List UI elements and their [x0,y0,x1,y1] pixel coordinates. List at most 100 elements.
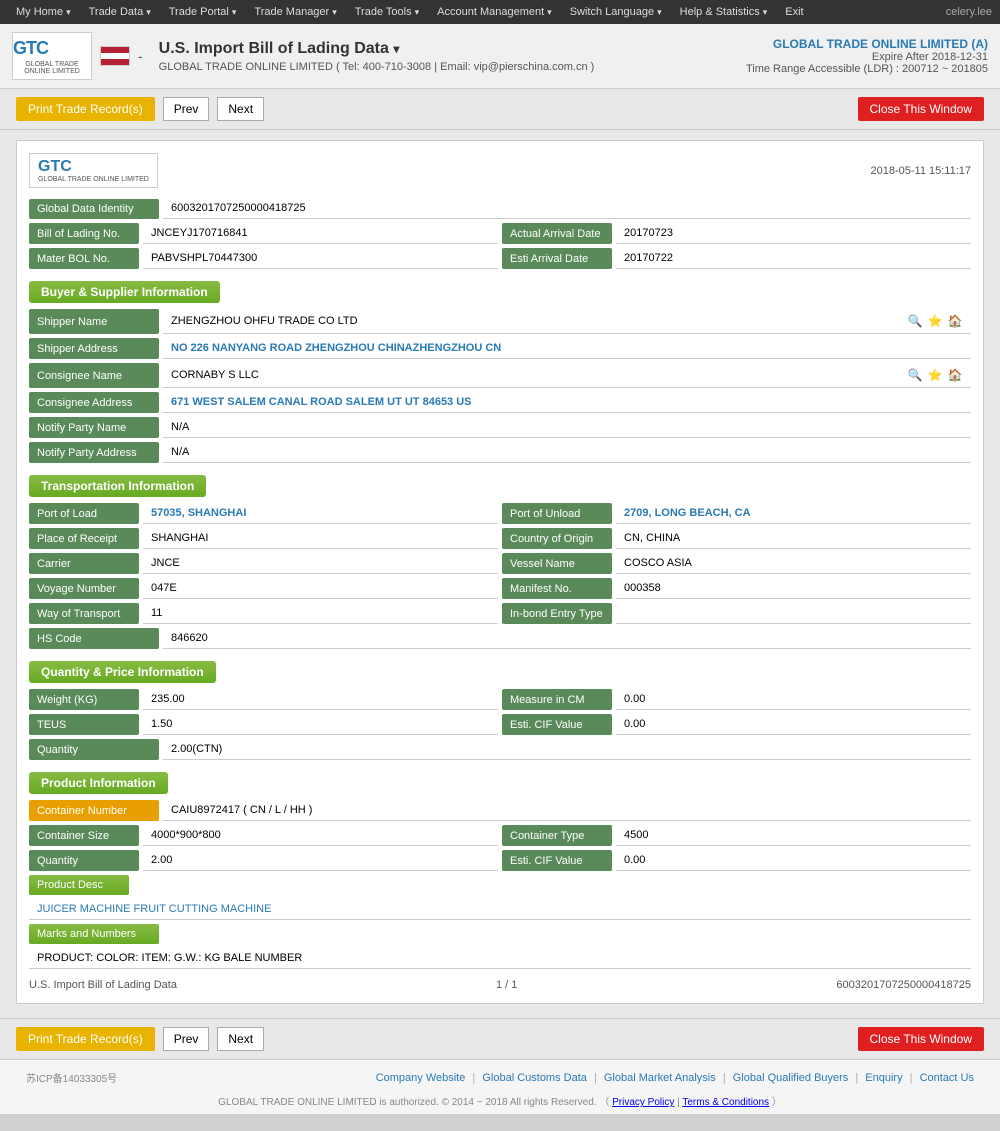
voyage-number-value: 047E [143,578,498,599]
nav-trade-data-label: Trade Data [89,6,144,18]
notify-party-name-value: N/A [163,417,971,438]
way-transport-left: Way of Transport 11 [29,603,498,624]
port-load-left: Port of Load 57035, SHANGHAI [29,503,498,524]
header-ldr: Time Range Accessible (LDR) : 200712 ~ 2… [746,63,988,75]
header-subtitle: GLOBAL TRADE ONLINE LIMITED ( Tel: 400-7… [159,61,734,73]
footer-global-qualified[interactable]: Global Qualified Buyers [733,1072,849,1084]
port-unload-value: 2709, LONG BEACH, CA [616,503,971,524]
nav-account-management[interactable]: Account Management ▾ [429,3,560,21]
container-number-label: Container Number [29,800,159,821]
consignee-address-value: 671 WEST SALEM CANAL ROAD SALEM UT UT 84… [163,392,971,413]
help-stats-arrow-icon: ▾ [763,7,768,18]
manifest-no-label: Manifest No. [502,578,612,599]
footer-global-market[interactable]: Global Market Analysis [604,1072,716,1084]
top-action-bar: Print Trade Record(s) Prev Next Close Th… [0,89,1000,130]
footer-sep-5: | [910,1072,916,1084]
voyage-number-label: Voyage Number [29,578,139,599]
container-size-value: 4000*900*800 [143,825,498,846]
way-transport-label: Way of Transport [29,603,139,624]
consignee-name-row: Consignee Name CORNABY S LLC 🔍 ⭐ 🏠 [29,363,971,388]
place-receipt-value: SHANGHAI [143,528,498,549]
footer-copyright: GLOBAL TRADE ONLINE LIMITED is authorize… [6,1093,994,1108]
record-card: GTC GLOBAL TRADE ONLINE LIMITED 2018-05-… [16,140,984,1004]
product-desc-label: Product Desc [29,875,129,895]
footer-privacy-policy[interactable]: Privacy Policy [612,1097,674,1108]
footer-company-website[interactable]: Company Website [376,1072,466,1084]
shipper-name-label: Shipper Name [29,309,159,334]
container-size-label: Container Size [29,825,139,846]
consignee-icon-group: 🔍 ⭐ 🏠 [907,367,963,383]
bottom-action-bar: Print Trade Record(s) Prev Next Close Th… [0,1018,1000,1059]
nav-exit[interactable]: Exit [777,3,811,21]
header-title-area: U.S. Import Bill of Lading Data ▾ GLOBAL… [159,40,734,73]
place-receipt-left: Place of Receipt SHANGHAI [29,528,498,549]
title-dropdown-icon[interactable]: ▾ [393,42,399,56]
prev-button-top[interactable]: Prev [163,97,210,121]
footer-enquiry[interactable]: Enquiry [865,1072,902,1084]
bol-right: Actual Arrival Date 20170723 [502,223,971,244]
header-info: GLOBAL TRADE ONLINE LIMITED (A) Expire A… [746,37,988,75]
footer-contact-us[interactable]: Contact Us [920,1072,974,1084]
carrier-label: Carrier [29,553,139,574]
actual-arrival-label: Actual Arrival Date [502,223,612,244]
teus-label: TEUS [29,714,139,735]
print-button-bottom[interactable]: Print Trade Record(s) [16,1027,155,1051]
shipper-address-row: Shipper Address NO 226 NANYANG ROAD ZHEN… [29,338,971,359]
container-size-left: Container Size 4000*900*800 [29,825,498,846]
notify-party-address-value: N/A [163,442,971,463]
bol-value: JNCEYJ170716841 [143,223,498,244]
nav-trade-data[interactable]: Trade Data ▾ [81,3,159,21]
nav-my-home[interactable]: My Home ▾ [8,3,79,21]
product-desc-row: Product Desc [29,875,971,895]
card-footer: U.S. Import Bill of Lading Data 1 / 1 60… [29,979,971,991]
card-logo: GTC GLOBAL TRADE ONLINE LIMITED [29,153,158,188]
footer-terms-conditions[interactable]: Terms & Conditions [682,1097,769,1108]
inbond-entry-value [616,603,971,624]
port-load-label: Port of Load [29,503,139,524]
carrier-value: JNCE [143,553,498,574]
prev-button-bottom[interactable]: Prev [163,1027,210,1051]
footer-links: Company Website | Global Customs Data | … [376,1072,974,1084]
close-button-bottom[interactable]: Close This Window [858,1027,984,1051]
product-esti-cif-right: Esti. CIF Value 0.00 [502,850,971,871]
consignee-home-icon[interactable]: 🏠 [947,367,963,383]
shipper-name-value: ZHENGZHOU OHFU TRADE CO LTD [171,315,358,327]
bol-row: Bill of Lading No. JNCEYJ170716841 Actua… [29,223,971,244]
marks-value: PRODUCT: COLOR: ITEM: G.W.: KG BALE NUMB… [37,952,302,964]
way-transport-value: 11 [143,603,498,624]
print-button-top[interactable]: Print Trade Record(s) [16,97,155,121]
close-button-top[interactable]: Close This Window [858,97,984,121]
quantity-row: Quantity 2.00(CTN) [29,739,971,760]
vessel-name-value: COSCO ASIA [616,553,971,574]
nav-trade-portal[interactable]: Trade Portal ▾ [161,3,245,21]
shipper-search-icon[interactable]: 🔍 [907,313,923,329]
card-logo-text: GTC [38,158,149,176]
shipper-name-row: Shipper Name ZHENGZHOU OHFU TRADE CO LTD… [29,309,971,334]
nav-trade-tools[interactable]: Trade Tools ▾ [347,3,427,21]
next-button-bottom[interactable]: Next [217,1027,264,1051]
marks-value-row: PRODUCT: COLOR: ITEM: G.W.: KG BALE NUMB… [29,948,971,969]
card-footer-page: 1 / 1 [496,979,517,991]
footer-global-customs[interactable]: Global Customs Data [482,1072,587,1084]
actual-arrival-value: 20170723 [616,223,971,244]
nav-username: celery.lee [946,6,992,18]
shipper-star-icon[interactable]: ⭐ [927,313,943,329]
logo-area: GTC GLOBAL TRADE ONLINE LIMITED - [12,32,147,80]
voyage-left: Voyage Number 047E [29,578,498,599]
nav-trade-tools-label: Trade Tools [355,6,412,18]
company-logo: GTC GLOBAL TRADE ONLINE LIMITED [12,32,92,80]
transport-row: Way of Transport 11 In-bond Entry Type [29,603,971,624]
mater-bol-row: Mater BOL No. PABVSHPL70447300 Esti Arri… [29,248,971,269]
shipper-home-icon[interactable]: 🏠 [947,313,963,329]
next-button-top[interactable]: Next [217,97,264,121]
nav-switch-language[interactable]: Switch Language ▾ [562,3,670,21]
consignee-star-icon[interactable]: ⭐ [927,367,943,383]
consignee-search-icon[interactable]: 🔍 [907,367,923,383]
footer-sep-4: | [855,1072,861,1084]
footer-sep-2: | [594,1072,600,1084]
nav-help-statistics[interactable]: Help & Statistics ▾ [672,3,776,21]
page-title: U.S. Import Bill of Lading Data ▾ [159,40,734,58]
nav-trade-manager[interactable]: Trade Manager ▾ [246,3,344,21]
vessel-right: Vessel Name COSCO ASIA [502,553,971,574]
global-data-identity-value: 6003201707250000418725 [163,198,971,219]
